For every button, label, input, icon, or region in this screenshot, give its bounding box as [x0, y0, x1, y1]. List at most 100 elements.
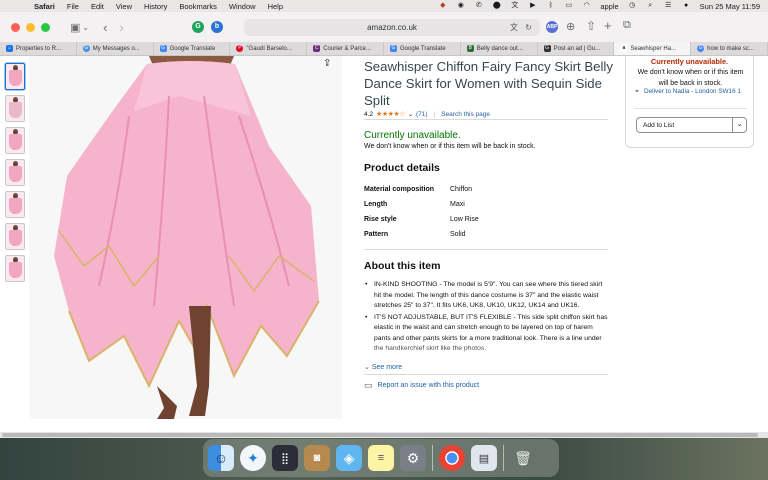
- thumbnail-7[interactable]: [5, 255, 25, 282]
- back-icon[interactable]: ‹: [103, 20, 107, 35]
- menu-help[interactable]: Help: [268, 2, 283, 11]
- preview-icon[interactable]: ▤: [471, 445, 497, 471]
- scrollbar-thumb[interactable]: [2, 433, 758, 437]
- trash-icon[interactable]: 🗑: [510, 445, 536, 471]
- chevron-down-icon[interactable]: ⌄: [408, 111, 413, 118]
- search-icon[interactable]: ⌕: [646, 2, 655, 10]
- tab-favicon-icon: G: [389, 45, 397, 52]
- window-controls: [11, 22, 50, 32]
- play-icon[interactable]: ▶: [528, 2, 537, 10]
- menu-edit[interactable]: Edit: [91, 2, 104, 11]
- finder-icon[interactable]: ☺: [208, 445, 234, 471]
- product-title: Seawhisper Chiffon Fairy Fancy Skirt Bel…: [364, 59, 613, 108]
- add-to-list-label: Add to List: [643, 121, 675, 129]
- system-settings-icon[interactable]: ⚙: [400, 445, 426, 471]
- share-icon[interactable]: ⇧: [586, 19, 596, 33]
- bluetooth-icon[interactable]: ᛒ: [546, 2, 555, 10]
- thumbnail-6[interactable]: [5, 223, 25, 250]
- close-window-button[interactable]: [11, 22, 20, 32]
- extension-icon[interactable]: b: [211, 21, 223, 33]
- share-icon[interactable]: ⇪: [323, 58, 331, 69]
- menu-bookmarks[interactable]: Bookmarks: [179, 2, 217, 11]
- thumbnail-3[interactable]: [5, 127, 25, 154]
- menu-history[interactable]: History: [144, 2, 167, 11]
- translate-page-icon[interactable]: 文: [510, 22, 518, 33]
- buybox-availability-note: We don't know when or if this item will …: [637, 69, 744, 87]
- tab-favicon-icon: G: [82, 45, 90, 52]
- tab-google-translate-1[interactable]: G Google Translate: [154, 42, 231, 55]
- thumbnail-5[interactable]: [5, 191, 25, 218]
- tab-properties[interactable]: ⌂ Properties to R...: [0, 42, 77, 55]
- chrome-icon[interactable]: [439, 445, 465, 471]
- wifi-icon[interactable]: ◠: [582, 2, 591, 10]
- menu-bar: Safari File Edit View History Bookmarks …: [0, 0, 768, 12]
- minimize-window-button[interactable]: [26, 22, 35, 32]
- tab-belly-dance[interactable]: B Belly dance out...: [461, 42, 538, 55]
- see-more-link[interactable]: ⌄ See more: [364, 363, 402, 371]
- menu-file[interactable]: File: [67, 2, 79, 11]
- tab-label: Courier & Parce...: [323, 45, 371, 52]
- deliver-to-link[interactable]: ⌖ Deliver to Nadia - London SW16 1: [635, 87, 750, 96]
- dropbox-icon[interactable]: ◆: [438, 2, 447, 10]
- new-tab-icon[interactable]: +: [604, 18, 612, 33]
- adblock-icon[interactable]: ABP: [546, 21, 558, 33]
- report-issue-link[interactable]: ▭ Report an issue with this product: [364, 380, 479, 391]
- sidebar-icon[interactable]: ▣: [70, 21, 80, 34]
- search-this-page-link[interactable]: Search this page: [441, 111, 490, 118]
- tab-how-to[interactable]: Ghow to make sc...: [691, 42, 768, 55]
- menu-datetime[interactable]: Sun 25 May 11:59: [700, 2, 760, 11]
- notes-icon[interactable]: ≡: [368, 445, 394, 471]
- thumbnail-2[interactable]: [5, 95, 25, 122]
- tab-seawhisper[interactable]: a Seawhisper Ha...: [614, 42, 692, 55]
- contacts-icon[interactable]: ◙: [304, 445, 330, 471]
- sidebar-chevron-icon[interactable]: ⌄: [82, 23, 89, 32]
- tab-favicon-icon: G: [697, 45, 705, 52]
- chevron-down-icon[interactable]: ⌄: [732, 118, 746, 132]
- divider: [364, 249, 608, 250]
- add-to-list-button[interactable]: Add to List ⌄: [636, 117, 747, 133]
- availability-status: Currently unavailable.: [364, 130, 461, 141]
- messenger-icon[interactable]: ◉: [456, 2, 465, 10]
- detail-key: Length: [364, 201, 388, 208]
- dock-separator: [503, 445, 504, 471]
- list-item: IN-KIND SHOOTING - The model is 5'9". Yo…: [364, 280, 608, 312]
- menu-view[interactable]: View: [116, 2, 132, 11]
- grammarly-icon[interactable]: G: [192, 21, 204, 33]
- tab-google-translate-2[interactable]: G Google Translate: [384, 42, 461, 55]
- reload-icon[interactable]: ↻: [525, 23, 532, 32]
- siri-icon[interactable]: ●: [682, 2, 691, 10]
- tab-messages[interactable]: G My Messages o...: [77, 42, 154, 55]
- clock-icon[interactable]: ◷: [628, 2, 637, 10]
- detail-row: Length Maxi: [364, 197, 479, 212]
- record-icon[interactable]: ⬤: [492, 2, 501, 10]
- translate-icon[interactable]: 文: [510, 2, 519, 10]
- launchpad-icon[interactable]: ⣿: [272, 445, 298, 471]
- thumbnail-4[interactable]: [5, 159, 25, 186]
- review-count-link[interactable]: (71): [416, 111, 428, 118]
- control-center-icon[interactable]: ☰: [664, 2, 673, 10]
- tab-courier[interactable]: C Courier & Parce...: [307, 42, 384, 55]
- menu-app-name[interactable]: Safari: [34, 2, 55, 11]
- tab-label: Properties to R...: [16, 45, 62, 52]
- maps-icon[interactable]: ◈: [336, 445, 362, 471]
- detail-key: Pattern: [364, 231, 389, 238]
- fade-overlay: [364, 344, 608, 360]
- tab-post-ad[interactable]: G Post an ad | Gu...: [538, 42, 615, 55]
- whatsapp-icon[interactable]: ✆: [474, 2, 483, 10]
- safari-icon[interactable]: ✦: [240, 445, 266, 471]
- thumbnail-1[interactable]: [5, 63, 25, 90]
- tab-overview-icon[interactable]: ⧉: [623, 19, 631, 32]
- zoom-window-button[interactable]: [41, 22, 50, 32]
- forward-icon[interactable]: ›: [119, 20, 123, 35]
- user-name[interactable]: apple: [600, 2, 618, 11]
- star-rating-icon[interactable]: ★★★★☆: [376, 110, 405, 118]
- address-bar[interactable]: amazon.co.uk 文 ↻: [244, 19, 540, 36]
- product-page: ⇪ Seawhisper Chiffon Fairy Fancy Skirt B…: [0, 56, 768, 432]
- image-thumbnails: [5, 63, 25, 287]
- main-product-image[interactable]: [29, 56, 342, 419]
- about-bullets: IN-KIND SHOOTING - The model is 5'9". Yo…: [364, 280, 608, 360]
- menu-window[interactable]: Window: [229, 2, 256, 11]
- battery-icon[interactable]: ▭: [564, 2, 573, 10]
- tab-gaudi[interactable]: P "Gaudí Barselo...: [230, 42, 308, 55]
- download-icon[interactable]: ⊕: [566, 20, 575, 33]
